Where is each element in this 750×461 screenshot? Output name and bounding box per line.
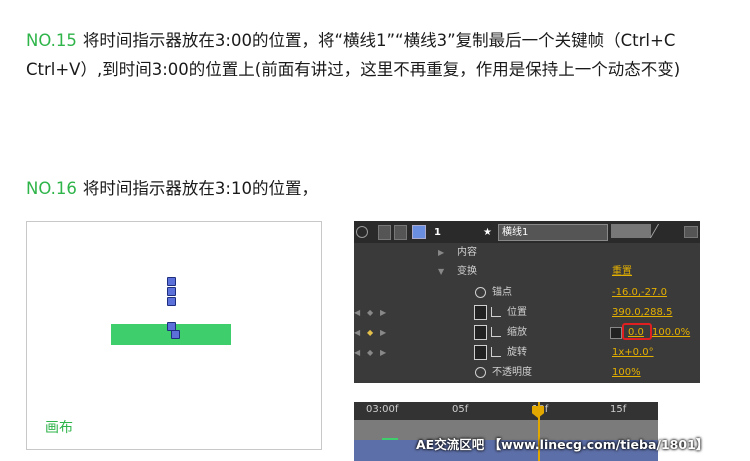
shape-square bbox=[167, 297, 176, 306]
stopwatch-icon[interactable] bbox=[475, 287, 486, 298]
stopwatch-icon[interactable] bbox=[475, 367, 486, 378]
prev-keyframe-icon[interactable]: ◀ bbox=[354, 343, 360, 362]
tick-label: 15f bbox=[610, 404, 627, 415]
shape-square bbox=[167, 287, 176, 296]
rotation-label: 旋转 bbox=[507, 347, 527, 358]
scale-label: 缩放 bbox=[507, 327, 527, 338]
watermark-text: AE交流区吧 【www.linecg.com/tieba/1801】 bbox=[416, 437, 709, 452]
anchor-label: 锚点 bbox=[492, 287, 512, 298]
rotation-row[interactable]: ◀ ◆ ▶ 旋转 1x+0.0° bbox=[354, 343, 700, 362]
scale-row[interactable]: ◀ ◆ ▶ 缩放 0.0 100.0% bbox=[354, 323, 700, 342]
step-15-instruction: NO.15 将时间指示器放在3:00的位置，将“横线1”“横线3”复制最后一个关键… bbox=[26, 26, 741, 84]
tick-label: 03:00f bbox=[366, 404, 399, 415]
step-number: NO.15 bbox=[26, 31, 77, 50]
tick-label: 05f bbox=[452, 404, 469, 415]
position-label: 位置 bbox=[507, 307, 527, 318]
shape-square bbox=[171, 330, 180, 339]
contents-row[interactable]: ▶ 内容 bbox=[354, 243, 700, 262]
next-keyframe-icon[interactable]: ▶ bbox=[380, 323, 386, 342]
visibility-eye-icon[interactable] bbox=[356, 226, 368, 238]
scale-x-value[interactable]: 0.0 bbox=[628, 323, 644, 342]
label-color-swatch[interactable] bbox=[412, 225, 426, 239]
stopwatch-active-icon[interactable] bbox=[474, 305, 487, 320]
expand-arrow-icon[interactable]: ▶ bbox=[438, 243, 444, 262]
opacity-value[interactable]: 100% bbox=[612, 363, 641, 382]
contents-label: 内容 bbox=[457, 247, 477, 258]
solo-toggle[interactable] bbox=[378, 225, 391, 240]
layer-name: 横线1 bbox=[502, 227, 529, 238]
next-keyframe-icon[interactable]: ▶ bbox=[380, 343, 386, 362]
layer-header-row[interactable]: 1 ★ 横线1 bbox=[354, 221, 700, 243]
layer-number: 1 bbox=[434, 227, 441, 238]
anchor-value[interactable]: -16.0,-27.0 bbox=[612, 283, 667, 302]
switches-column[interactable] bbox=[611, 224, 651, 238]
keyframe-diamond-icon[interactable]: ◆ bbox=[367, 343, 373, 362]
stopwatch-active-icon[interactable] bbox=[474, 345, 487, 360]
step-text: 将时间指示器放在3:10的位置， bbox=[82, 179, 318, 198]
prev-keyframe-icon[interactable]: ◀ bbox=[354, 323, 360, 342]
star-shape-layer-icon: ★ bbox=[483, 227, 492, 238]
canvas-label: 画布 bbox=[45, 420, 73, 436]
graph-icon[interactable] bbox=[491, 327, 501, 337]
lock-toggle[interactable] bbox=[394, 225, 407, 240]
transform-row[interactable]: ▼ 变换 重置 bbox=[354, 262, 700, 281]
step-number: NO.16 bbox=[26, 179, 77, 198]
collapse-arrow-icon[interactable]: ▼ bbox=[438, 262, 444, 281]
shape-square bbox=[167, 277, 176, 286]
next-keyframe-icon[interactable]: ▶ bbox=[380, 303, 386, 322]
step-16-instruction: NO.16 将时间指示器放在3:10的位置， bbox=[26, 174, 741, 203]
opacity-row[interactable]: 不透明度 100% bbox=[354, 363, 700, 382]
transform-label: 变换 bbox=[457, 266, 477, 277]
stopwatch-active-icon[interactable] bbox=[474, 325, 487, 340]
keyframe-diamond-icon[interactable]: ◆ bbox=[367, 323, 373, 342]
position-value[interactable]: 390.0,288.5 bbox=[612, 303, 672, 322]
constrain-proportions-checkbox[interactable] bbox=[610, 327, 622, 339]
keyframe-diamond-icon[interactable]: ◆ bbox=[367, 303, 373, 322]
rotation-value[interactable]: 1x+0.0° bbox=[612, 343, 654, 362]
pen-icon bbox=[649, 224, 670, 238]
time-ruler[interactable]: 03:00f 05f 10f 15f bbox=[354, 402, 658, 420]
anchor-row[interactable]: 锚点 -16.0,-27.0 bbox=[354, 283, 700, 302]
scale-y-value[interactable]: 100.0% bbox=[652, 323, 690, 342]
canvas-preview: 画布 bbox=[26, 221, 322, 450]
position-row[interactable]: ◀ ◆ ▶ 位置 390.0,288.5 bbox=[354, 303, 700, 322]
prev-keyframe-icon[interactable]: ◀ bbox=[354, 303, 360, 322]
graph-icon[interactable] bbox=[491, 347, 501, 357]
ae-layer-panel: 1 ★ 横线1 ▶ 内容 ▼ 变换 重置 锚点 -16.0,-27.0 ◀ ◆ … bbox=[354, 221, 700, 383]
reset-link[interactable]: 重置 bbox=[612, 262, 632, 281]
parent-toggle[interactable] bbox=[684, 226, 698, 238]
graph-icon[interactable] bbox=[491, 307, 501, 317]
opacity-label: 不透明度 bbox=[492, 367, 532, 378]
step-text: 将时间指示器放在3:00的位置，将“横线1”“横线3”复制最后一个关键帧（Ctr… bbox=[26, 31, 692, 79]
